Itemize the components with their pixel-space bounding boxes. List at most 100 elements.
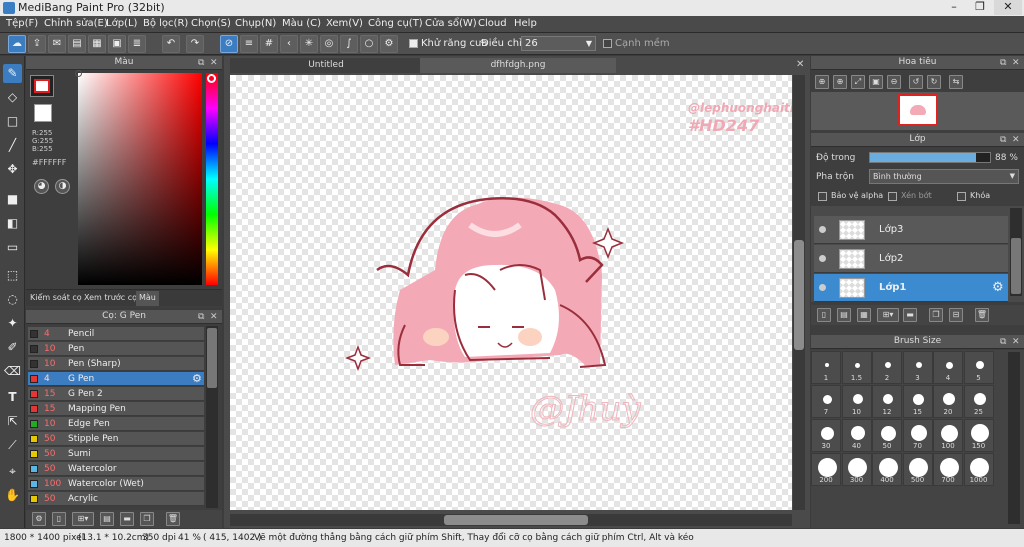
material-icon[interactable]: ▣	[108, 35, 126, 53]
brush-item[interactable]: 10 Pen (Sharp)	[28, 357, 204, 371]
close-icon[interactable]: ✕	[994, 0, 1022, 15]
visibility-icon[interactable]	[819, 226, 826, 233]
layer-row-2[interactable]: Lớp2	[814, 245, 1008, 273]
menu-filter[interactable]: Bộ lọc(R)	[143, 18, 188, 29]
layer-row-3[interactable]: Lớp3	[814, 216, 1008, 244]
brush-size-cell[interactable]: 150	[963, 419, 994, 452]
hand-tool-icon[interactable]: ✋	[3, 486, 22, 505]
brush-tool-icon[interactable]: ✎	[3, 64, 22, 83]
parallel-snap-icon[interactable]: ≡	[240, 35, 258, 53]
zoom-out-icon[interactable]: ⊖	[887, 75, 901, 89]
actual-size-icon[interactable]: ▣	[869, 75, 883, 89]
brush-size-cell[interactable]: 3	[902, 351, 933, 384]
brush-item[interactable]: 15 G Pen 2	[28, 387, 204, 401]
brush-item[interactable]: 50 Stipple Pen	[28, 432, 204, 446]
layer-settings-icon[interactable]: ⚙	[992, 280, 1004, 295]
popout-icon[interactable]: ⧉	[1000, 336, 1006, 349]
add-layer-dropdown-icon[interactable]: ⊞▾	[877, 308, 899, 322]
correction-select[interactable]: 26 ▼	[521, 36, 596, 51]
snap-settings-icon[interactable]: ⚙	[380, 35, 398, 53]
navigator-thumbnail[interactable]	[898, 94, 938, 126]
tab-untitled[interactable]: Untitled	[230, 58, 422, 73]
hue-slider-handle[interactable]	[207, 74, 216, 83]
duplicate-layer-icon[interactable]: ❐	[929, 308, 943, 322]
brush-size-cell[interactable]: 500	[902, 453, 933, 486]
maximize-icon[interactable]: ❐	[966, 0, 994, 15]
menu-file[interactable]: Tệp(F)	[6, 18, 38, 29]
concentric-snap-icon[interactable]: ◎	[320, 35, 338, 53]
chat-icon[interactable]: ✉	[48, 35, 66, 53]
layer-scrollbar-thumb[interactable]	[1011, 238, 1021, 294]
dot-tool-icon[interactable]: □	[3, 112, 22, 131]
tab-close-icon[interactable]: ✕	[796, 59, 804, 70]
grid-snap-icon[interactable]: #	[260, 35, 278, 53]
radial-snap-icon[interactable]: ✳	[300, 35, 318, 53]
merge-layer-icon[interactable]: ⊟	[949, 308, 963, 322]
undo-icon[interactable]: ↶	[162, 35, 180, 53]
popout-icon[interactable]: ⧉	[198, 311, 204, 324]
brush-size-cell[interactable]: 300	[841, 453, 872, 486]
brush-size-cell[interactable]: 7	[811, 385, 841, 418]
new-raster-layer-icon[interactable]: ▤	[837, 308, 851, 322]
brush-size-cell[interactable]: 200	[811, 453, 841, 486]
tab-color[interactable]: Màu	[136, 291, 159, 306]
line-tool-icon[interactable]: ╱	[3, 136, 22, 155]
brush-size-cell[interactable]: 70	[902, 419, 933, 452]
list-icon[interactable]: ≣	[128, 35, 146, 53]
brush-size-cell[interactable]: 30	[811, 419, 841, 452]
new-brush-icon[interactable]: ▯	[52, 512, 66, 526]
menu-window[interactable]: Cửa sổ(W)	[425, 18, 477, 29]
brush-size-cell[interactable]: 700	[933, 453, 963, 486]
rotate-right-icon[interactable]: ↻	[927, 75, 941, 89]
brush-settings-icon[interactable]: ⚙	[32, 512, 46, 526]
open-file-icon[interactable]: ▤	[68, 35, 86, 53]
foreground-color-swatch[interactable]	[30, 75, 54, 97]
menu-view[interactable]: Xem(V)	[326, 18, 363, 29]
background-color-swatch[interactable]	[34, 104, 52, 122]
menu-help[interactable]: Help	[514, 18, 537, 29]
brush-size-cell[interactable]: 1000	[963, 453, 994, 486]
tab-brush-preview[interactable]: Xem trước cọ	[84, 293, 137, 302]
brush-size-cell[interactable]: 400	[872, 453, 902, 486]
zoom-in-icon[interactable]: ⊕	[815, 75, 829, 89]
brush-size-cell[interactable]: 25	[963, 385, 994, 418]
divide-tool-icon[interactable]: ⟋	[3, 436, 22, 455]
canvas-hscroll-thumb[interactable]	[444, 515, 588, 525]
brush-size-cell[interactable]: 40	[841, 419, 872, 452]
select-tool-icon[interactable]: ⬚	[3, 266, 22, 285]
canvas-horizontal-scrollbar[interactable]	[230, 514, 792, 526]
menu-tools[interactable]: Công cụ(T)	[368, 18, 423, 29]
panel-close-icon[interactable]: ✕	[210, 311, 218, 324]
soft-edge-checkbox[interactable]	[603, 39, 612, 48]
saturation-value-picker[interactable]	[75, 70, 202, 285]
brush-item[interactable]: 50 Watercolor	[28, 462, 204, 476]
operation-tool-icon[interactable]: ⇱	[3, 412, 22, 431]
layer-folder-icon[interactable]: ▬	[903, 308, 917, 322]
eyedropper-tool-icon[interactable]: ⌖	[3, 462, 22, 481]
blend-mode-select[interactable]: Bình thường ▼	[869, 169, 1019, 184]
visibility-icon[interactable]	[819, 255, 826, 262]
bucket-tool-icon[interactable]: ◧	[3, 214, 22, 233]
tab-dfhfdgh[interactable]: dfhfdgh.png	[420, 58, 616, 73]
brush-size-cell[interactable]: 100	[933, 419, 963, 452]
panel-close-icon[interactable]: ✕	[210, 57, 218, 70]
trash-icon[interactable]: 🗑	[975, 308, 989, 322]
brush-size-cell[interactable]: 12	[872, 385, 902, 418]
canvas-vertical-scrollbar[interactable]	[793, 75, 805, 510]
new-layer-icon[interactable]: ▯	[817, 308, 831, 322]
lasso-tool-icon[interactable]: ◌	[3, 290, 22, 309]
brush-settings-icon[interactable]: ⚙	[192, 372, 202, 386]
cloud-icon[interactable]: ☁	[8, 35, 26, 53]
gradient-tool-icon[interactable]: ▭	[3, 238, 22, 257]
brush-size-cell[interactable]: 2	[872, 351, 902, 384]
flip-icon[interactable]: ⇆	[949, 75, 963, 89]
menu-color[interactable]: Màu (C)	[282, 18, 321, 29]
trash-icon[interactable]: 🗑	[166, 512, 180, 526]
brush-size-cell[interactable]: 15	[902, 385, 933, 418]
popout-icon[interactable]: ⧉	[198, 57, 204, 70]
brush-item[interactable]: 50 Acrylic	[28, 492, 204, 506]
select-eraser-icon[interactable]: ⌫	[3, 362, 22, 381]
brush-size-cell[interactable]: 1	[811, 351, 841, 384]
perspective-snap-icon[interactable]: ‹	[280, 35, 298, 53]
brush-size-cell[interactable]: 4	[933, 351, 963, 384]
